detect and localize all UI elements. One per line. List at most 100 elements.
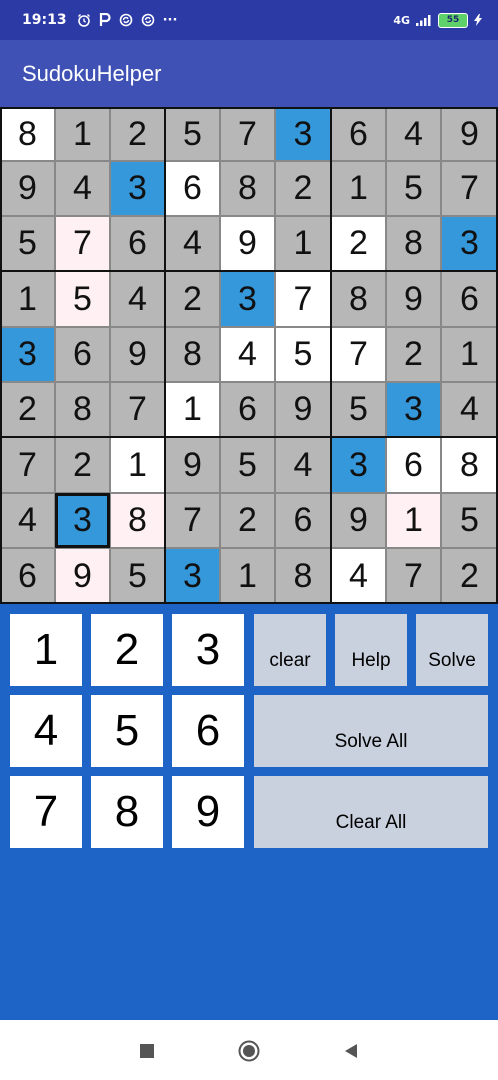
sudoku-cell[interactable]: 7 <box>220 107 275 161</box>
sudoku-cell[interactable]: 2 <box>386 327 441 382</box>
sudoku-cell[interactable]: 8 <box>0 107 55 161</box>
sudoku-cell[interactable]: 6 <box>331 107 386 161</box>
sudoku-cell[interactable]: 4 <box>441 382 498 437</box>
sudoku-cell[interactable]: 2 <box>220 493 275 548</box>
clear-all-button[interactable]: Clear All <box>254 776 488 848</box>
sudoku-cell[interactable]: 5 <box>275 327 331 382</box>
sudoku-cell[interactable]: 6 <box>0 548 55 604</box>
sudoku-cell[interactable]: 9 <box>386 271 441 327</box>
sudoku-cell[interactable]: 8 <box>386 216 441 271</box>
home-circle-icon[interactable] <box>238 1040 260 1062</box>
sudoku-cell[interactable]: 8 <box>441 437 498 493</box>
sudoku-cell[interactable]: 9 <box>441 107 498 161</box>
sudoku-cell[interactable]: 7 <box>275 271 331 327</box>
sudoku-cell[interactable]: 3 <box>165 548 220 604</box>
sudoku-cell[interactable]: 8 <box>165 327 220 382</box>
sudoku-cell[interactable]: 3 <box>441 216 498 271</box>
sudoku-cell[interactable]: 1 <box>331 161 386 216</box>
sudoku-cell[interactable]: 2 <box>110 107 165 161</box>
sudoku-cell[interactable]: 4 <box>55 161 110 216</box>
sudoku-cell[interactable]: 6 <box>110 216 165 271</box>
solve-all-button[interactable]: Solve All <box>254 695 488 767</box>
help-button[interactable]: Help <box>335 614 407 686</box>
sudoku-cell[interactable]: 1 <box>0 271 55 327</box>
number-button-5[interactable]: 5 <box>91 695 163 767</box>
sudoku-cell[interactable]: 6 <box>55 327 110 382</box>
sudoku-cell[interactable]: 2 <box>331 216 386 271</box>
sudoku-cell[interactable]: 1 <box>110 437 165 493</box>
sudoku-cell[interactable]: 9 <box>275 382 331 437</box>
sudoku-cell[interactable]: 2 <box>55 437 110 493</box>
sudoku-cell[interactable]: 7 <box>110 382 165 437</box>
sudoku-cell[interactable]: 7 <box>0 437 55 493</box>
sudoku-cell[interactable]: 2 <box>441 548 498 604</box>
sudoku-cell[interactable]: 9 <box>220 216 275 271</box>
sudoku-cell[interactable]: 5 <box>441 493 498 548</box>
sudoku-cell[interactable]: 8 <box>55 382 110 437</box>
sudoku-cell[interactable]: 7 <box>441 161 498 216</box>
sudoku-cell[interactable]: 1 <box>55 107 110 161</box>
sudoku-cell[interactable]: 3 <box>275 107 331 161</box>
number-button-6[interactable]: 6 <box>172 695 244 767</box>
sudoku-cell[interactable]: 9 <box>110 327 165 382</box>
sudoku-cell[interactable]: 2 <box>275 161 331 216</box>
sudoku-cell[interactable]: 4 <box>220 327 275 382</box>
number-button-3[interactable]: 3 <box>172 614 244 686</box>
sudoku-cell[interactable]: 5 <box>331 382 386 437</box>
recents-square-icon[interactable] <box>136 1040 158 1062</box>
sync-icon <box>119 13 132 27</box>
number-button-2[interactable]: 2 <box>91 614 163 686</box>
sudoku-cell[interactable]: 6 <box>220 382 275 437</box>
solve-button[interactable]: Solve <box>416 614 488 686</box>
sudoku-cell[interactable]: 7 <box>165 493 220 548</box>
sudoku-cell[interactable]: 5 <box>0 216 55 271</box>
sudoku-cell[interactable]: 8 <box>110 493 165 548</box>
sudoku-cell[interactable]: 4 <box>110 271 165 327</box>
sudoku-cell[interactable]: 3 <box>331 437 386 493</box>
number-button-1[interactable]: 1 <box>10 614 82 686</box>
sudoku-cell[interactable]: 6 <box>441 271 498 327</box>
sudoku-cell[interactable]: 9 <box>165 437 220 493</box>
number-button-7[interactable]: 7 <box>10 776 82 848</box>
sudoku-cell[interactable]: 8 <box>220 161 275 216</box>
sudoku-cell[interactable]: 6 <box>165 161 220 216</box>
sudoku-cell[interactable]: 5 <box>386 161 441 216</box>
sudoku-cell[interactable]: 1 <box>441 327 498 382</box>
sudoku-cell[interactable]: 5 <box>110 548 165 604</box>
sudoku-cell[interactable]: 4 <box>386 107 441 161</box>
sudoku-cell[interactable]: 1 <box>165 382 220 437</box>
sudoku-cell[interactable]: 6 <box>275 493 331 548</box>
sudoku-cell[interactable]: 1 <box>220 548 275 604</box>
number-button-9[interactable]: 9 <box>172 776 244 848</box>
sudoku-cell[interactable]: 7 <box>386 548 441 604</box>
sudoku-cell[interactable]: 1 <box>386 493 441 548</box>
sudoku-cell[interactable]: 3 <box>110 161 165 216</box>
sudoku-cell[interactable]: 7 <box>331 327 386 382</box>
number-button-4[interactable]: 4 <box>10 695 82 767</box>
sudoku-cell[interactable]: 7 <box>55 216 110 271</box>
sudoku-cell[interactable]: 6 <box>386 437 441 493</box>
number-button-8[interactable]: 8 <box>91 776 163 848</box>
sudoku-cell[interactable]: 9 <box>0 161 55 216</box>
sudoku-cell[interactable]: 5 <box>165 107 220 161</box>
sudoku-cell[interactable]: 9 <box>331 493 386 548</box>
sudoku-cell[interactable]: 8 <box>331 271 386 327</box>
sudoku-cell[interactable]: 3 <box>55 493 110 548</box>
sudoku-cell[interactable]: 9 <box>55 548 110 604</box>
sudoku-cell[interactable]: 4 <box>0 493 55 548</box>
sudoku-cell[interactable]: 3 <box>220 271 275 327</box>
sudoku-cell[interactable]: 4 <box>275 437 331 493</box>
sudoku-cell[interactable]: 5 <box>220 437 275 493</box>
clear-button[interactable]: clear <box>254 614 326 686</box>
sudoku-cell[interactable]: 3 <box>0 327 55 382</box>
parking-icon <box>99 13 111 26</box>
sudoku-cell[interactable]: 8 <box>275 548 331 604</box>
sudoku-cell[interactable]: 1 <box>275 216 331 271</box>
sudoku-cell[interactable]: 5 <box>55 271 110 327</box>
sudoku-cell[interactable]: 2 <box>0 382 55 437</box>
sudoku-cell[interactable]: 3 <box>386 382 441 437</box>
back-triangle-icon[interactable] <box>340 1040 362 1062</box>
sudoku-cell[interactable]: 2 <box>165 271 220 327</box>
sudoku-cell[interactable]: 4 <box>165 216 220 271</box>
sudoku-cell[interactable]: 4 <box>331 548 386 604</box>
